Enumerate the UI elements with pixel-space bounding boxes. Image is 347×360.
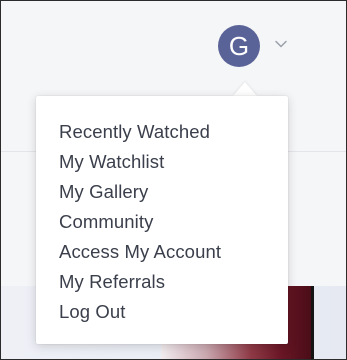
menu-item-my-watchlist[interactable]: My Watchlist bbox=[59, 147, 221, 177]
menu-item-recently-watched[interactable]: Recently Watched bbox=[59, 117, 221, 147]
menu-item-my-gallery[interactable]: My Gallery bbox=[59, 177, 221, 207]
chevron-down-icon[interactable] bbox=[274, 37, 288, 51]
avatar-initial: G bbox=[228, 31, 250, 61]
user-avatar-button[interactable]: G bbox=[218, 25, 260, 67]
menu-item-my-referrals[interactable]: My Referrals bbox=[59, 267, 221, 297]
app-frame: G Recently Watched My Watchlist My Galle… bbox=[0, 0, 347, 360]
menu-item-access-my-account[interactable]: Access My Account bbox=[59, 237, 221, 267]
dropdown-caret bbox=[233, 82, 257, 96]
menu-item-community[interactable]: Community bbox=[59, 207, 221, 237]
account-dropdown-menu: Recently Watched My Watchlist My Gallery… bbox=[36, 96, 288, 344]
account-menu-list: Recently Watched My Watchlist My Gallery… bbox=[59, 117, 221, 327]
menu-item-log-out[interactable]: Log Out bbox=[59, 297, 221, 327]
